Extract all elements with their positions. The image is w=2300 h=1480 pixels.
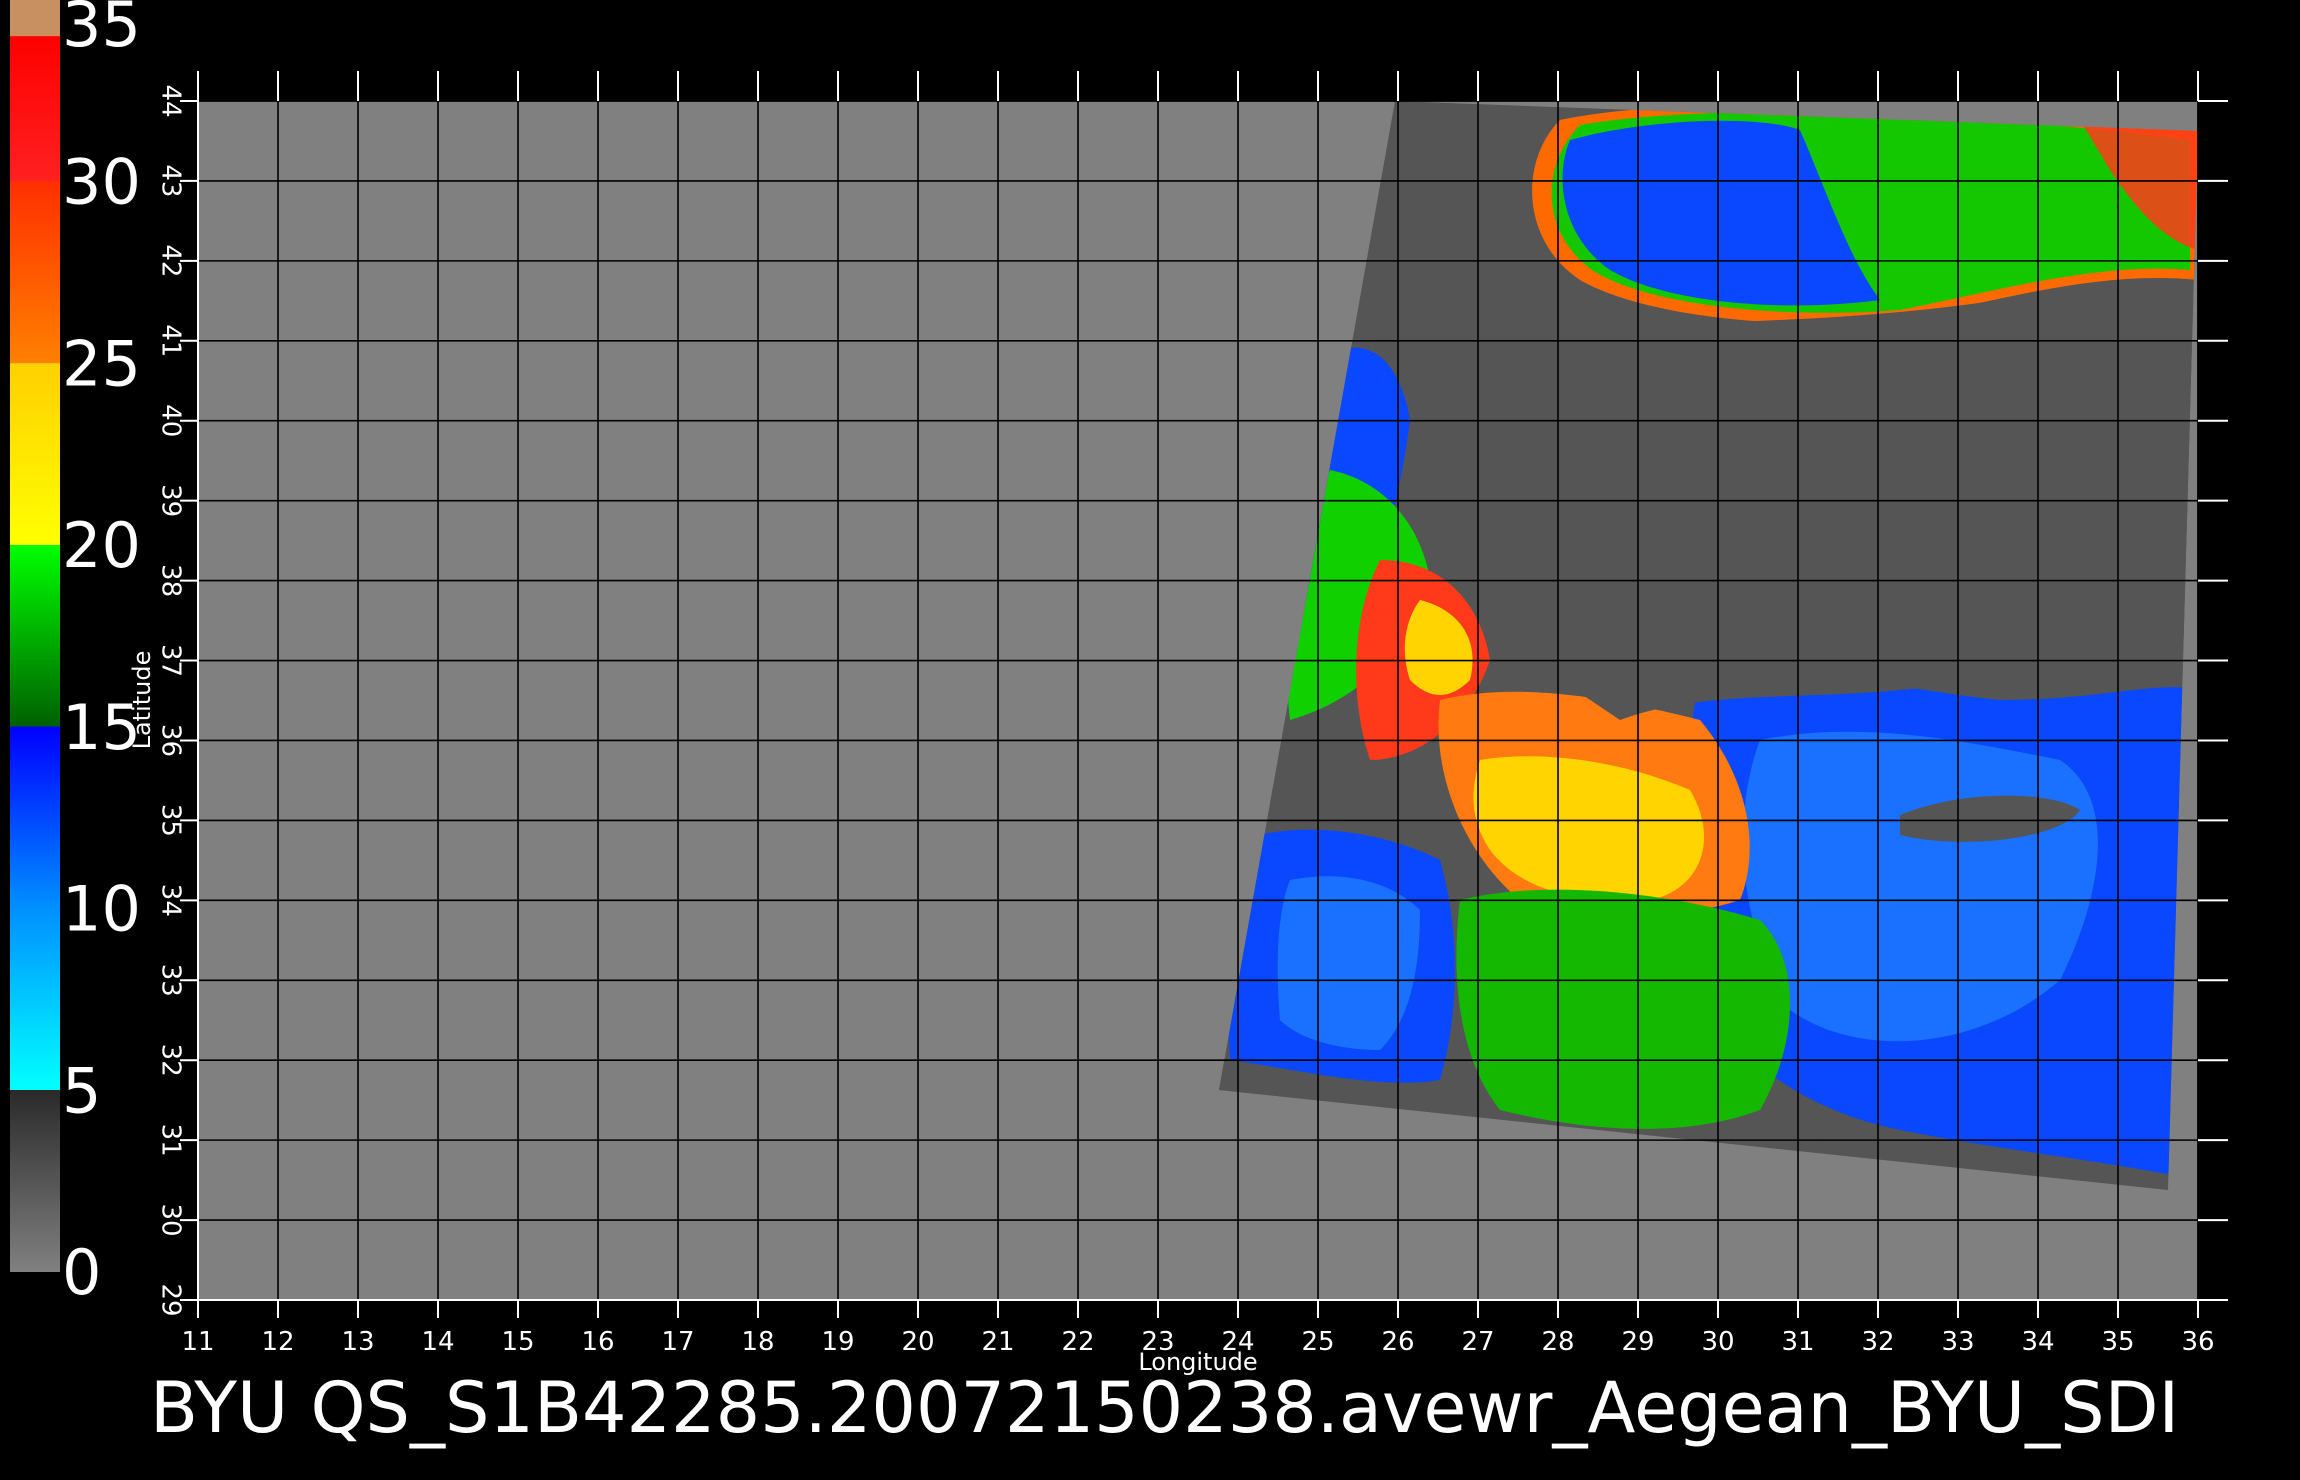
y-tick-label-43: 43	[156, 164, 186, 197]
colorbar-label-5: 5	[62, 1054, 101, 1127]
y-tick-label-31: 31	[156, 1124, 186, 1157]
x-tick-label-30: 30	[1701, 1327, 1734, 1357]
y-tick-label-34: 34	[156, 884, 186, 917]
x-tick-label-14: 14	[421, 1327, 454, 1357]
x-tick-label-18: 18	[741, 1327, 774, 1357]
x-tick-label-20: 20	[901, 1327, 934, 1357]
y-tick-label-36: 36	[156, 724, 186, 757]
x-tick-label-15: 15	[501, 1327, 534, 1357]
x-tick-label-17: 17	[661, 1327, 694, 1357]
figure-title: BYU QS_S1B42285.20072150238.avewr_Aegean…	[150, 1367, 2179, 1449]
x-tick-label-34: 34	[2021, 1327, 2054, 1357]
y-tick-label-30: 30	[156, 1204, 186, 1237]
wind-speed-figure: 0 5 10 15 20 25 30 35 11 12 13 14 15 16 17 18 1…	[10, 0, 2228, 1449]
y-tick-label-37: 37	[156, 644, 186, 677]
x-tick-label-28: 28	[1541, 1327, 1574, 1357]
colorbar-label-25: 25	[62, 327, 141, 400]
x-tick-label-12: 12	[261, 1327, 294, 1357]
colorbar-label-30: 30	[62, 146, 141, 219]
x-tick-label-26: 26	[1381, 1327, 1414, 1357]
colorbar: 05101520253035	[10, 0, 141, 1309]
x-tick-label-31: 31	[1781, 1327, 1814, 1357]
x-tick-label-33: 33	[1941, 1327, 1974, 1357]
x-tick-label-29: 29	[1621, 1327, 1654, 1357]
x-tick-label-11: 11	[181, 1327, 214, 1357]
turkey-land	[1455, 300, 2198, 720]
y-tick-label-42: 42	[156, 244, 186, 277]
y-tick-label-44: 44	[156, 84, 186, 117]
x-tick-label-19: 19	[821, 1327, 854, 1357]
y-tick-label-35: 35	[156, 804, 186, 837]
y-tick-label-41: 41	[156, 324, 186, 357]
central-green	[1456, 889, 1790, 1129]
colorbar-label-0: 0	[62, 1236, 101, 1309]
colorbar-label-35: 35	[62, 0, 141, 61]
x-tick-label-13: 13	[341, 1327, 374, 1357]
y-tick-label-38: 38	[156, 564, 186, 597]
x-tick-label-16: 16	[581, 1327, 614, 1357]
y-tick-label-40: 40	[156, 404, 186, 437]
x-tick-label-32: 32	[1861, 1327, 1894, 1357]
x-tick-label-25: 25	[1301, 1327, 1334, 1357]
x-tick-label-21: 21	[981, 1327, 1014, 1357]
x-tick-label-35: 35	[2101, 1327, 2134, 1357]
colorbar-fill	[10, 0, 60, 1272]
y-axis-label: Latitude	[128, 651, 156, 750]
plot-area	[197, 100, 2199, 1301]
x-tick-label-27: 27	[1461, 1327, 1494, 1357]
y-tick-label-33: 33	[156, 964, 186, 997]
x-tick-label-22: 22	[1061, 1327, 1094, 1357]
colorbar-label-20: 20	[62, 509, 141, 582]
y-tick-label-39: 39	[156, 484, 186, 517]
y-tick-label-29: 29	[156, 1283, 186, 1316]
y-tick-label-32: 32	[156, 1044, 186, 1077]
colorbar-label-10: 10	[62, 873, 141, 946]
x-tick-label-36: 36	[2181, 1327, 2214, 1357]
